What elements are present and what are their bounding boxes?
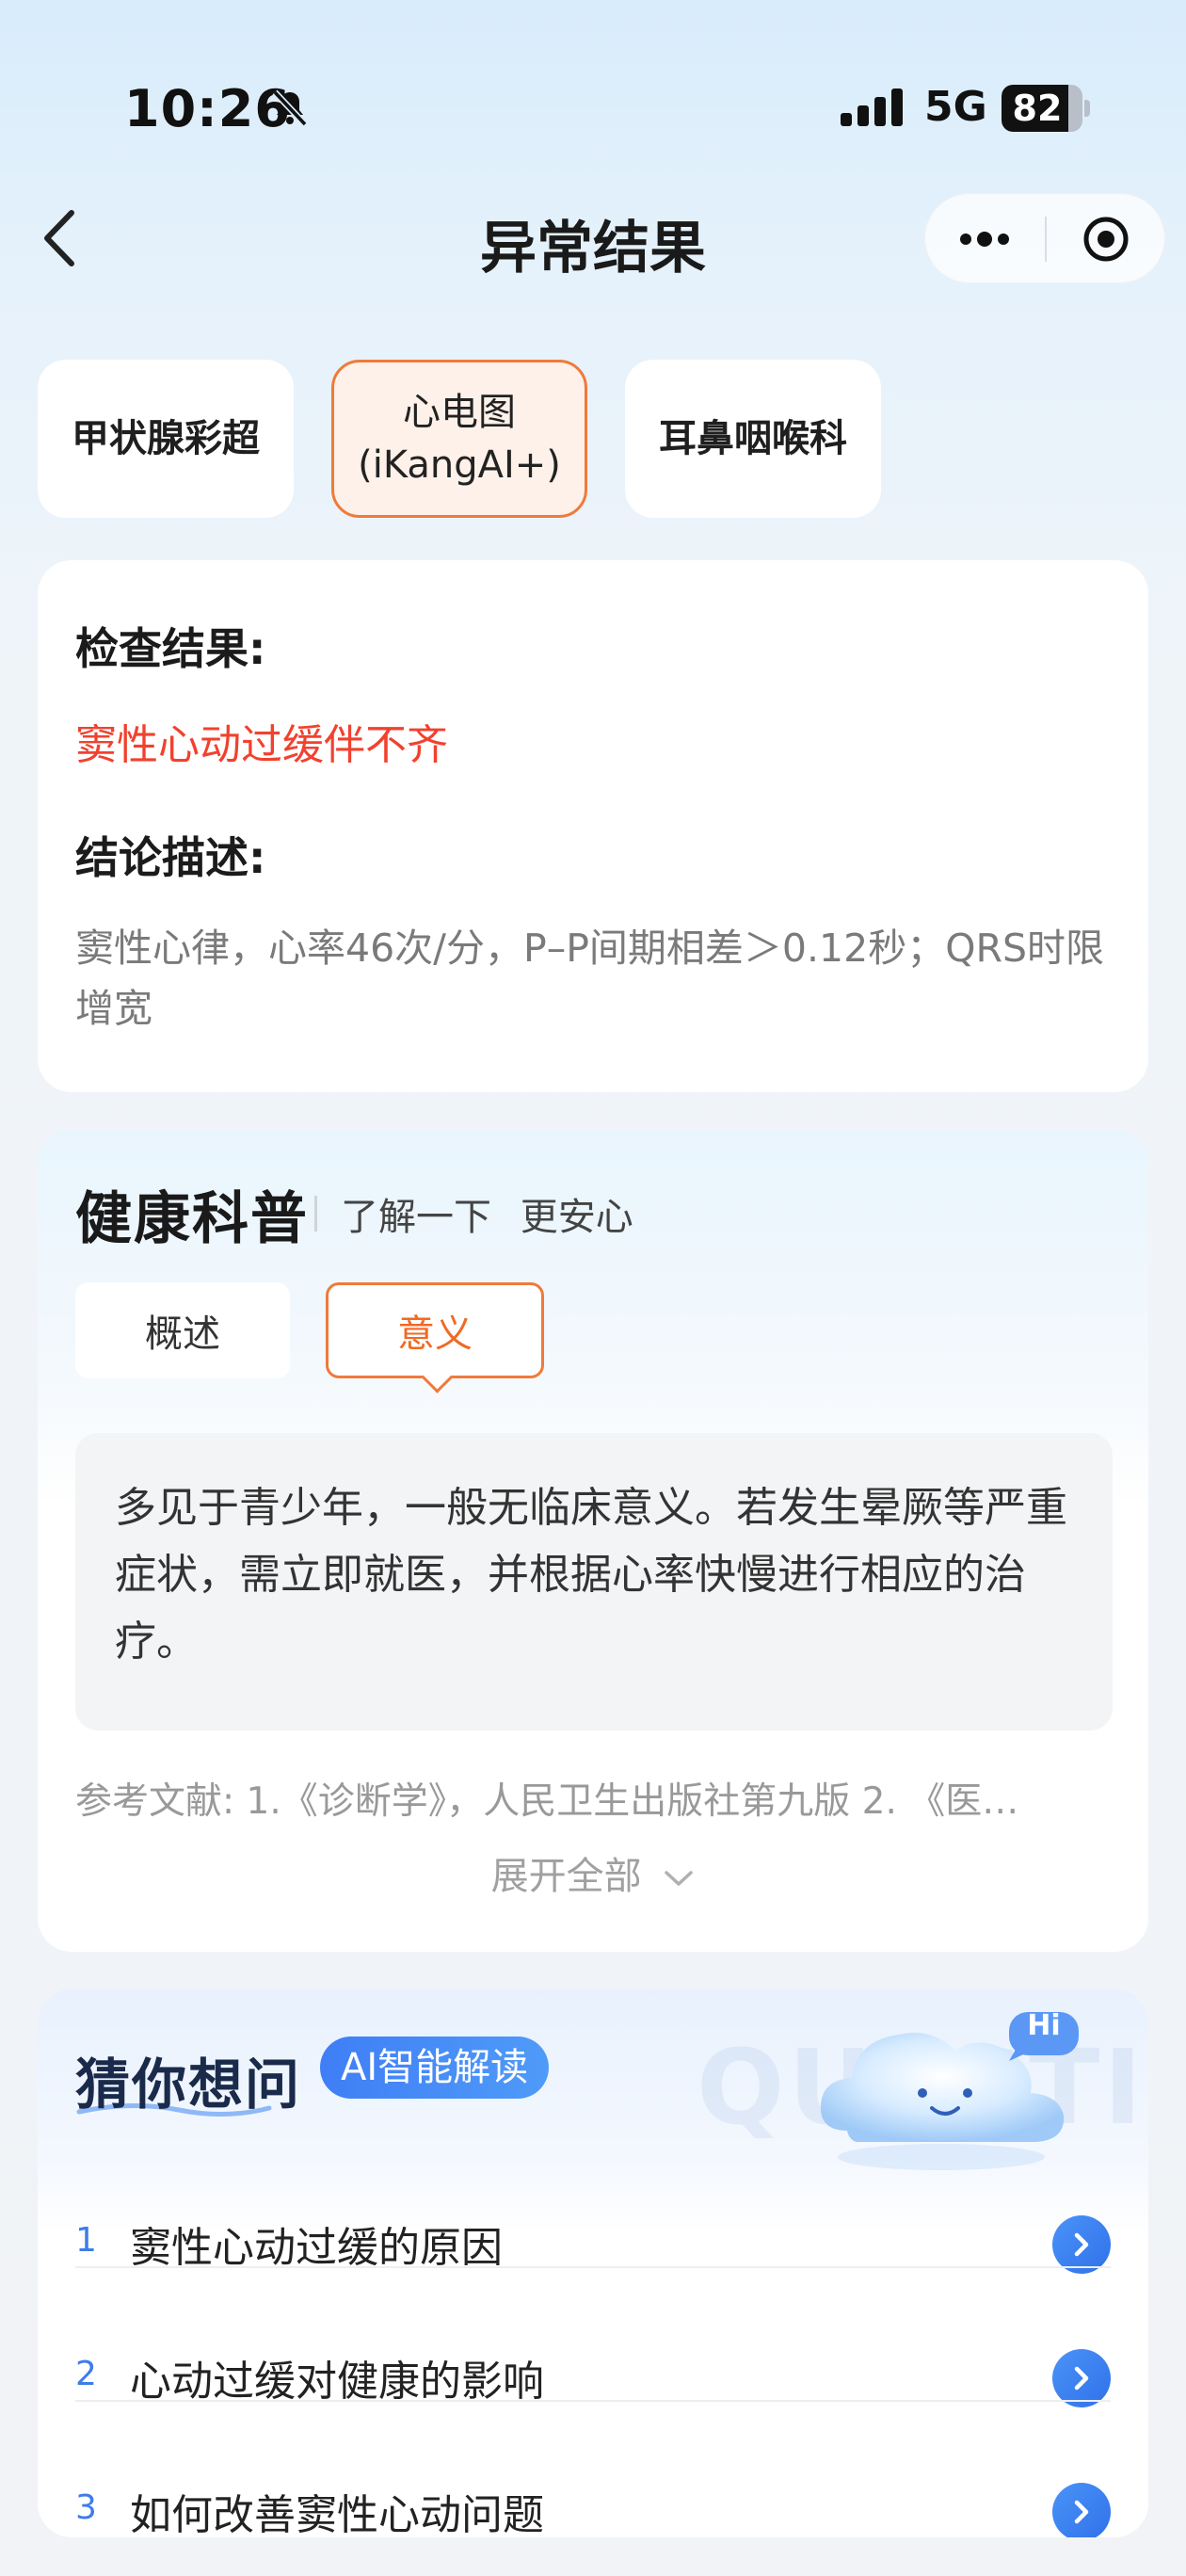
battery-icon: 82 <box>1002 85 1090 132</box>
divider <box>75 2400 1111 2402</box>
mini-program-capsule <box>924 193 1165 283</box>
ai-badge: AI智能解读 <box>320 2037 550 2099</box>
exam-tab-thyroid[interactable]: 甲状腺彩超 <box>38 360 294 518</box>
health-subtitle: 了解一下 更安心 <box>341 1196 633 1239</box>
divider <box>75 2266 1111 2268</box>
conclusion-label: 结论描述: <box>75 832 266 883</box>
bell-muted-icon <box>272 89 308 127</box>
question-item[interactable]: 2 心动过缓对健康的影响 <box>75 2311 1111 2445</box>
network-label: 5G <box>924 83 987 131</box>
battery-level: 82 <box>1012 88 1063 129</box>
status-time: 10:26 <box>124 79 291 138</box>
chevron-right-icon[interactable] <box>1052 2349 1111 2407</box>
question-text: 心动过缓对健康的影响 <box>130 2358 544 2406</box>
result-label: 检查结果: <box>75 623 266 674</box>
health-card: 健康科普 了解一下 更安心 概述 意义 多见于青少年，一般无临床意义。若发生晕厥… <box>38 1130 1148 1952</box>
expand-all-button[interactable]: 展开全部 <box>38 1845 1148 1900</box>
exam-tab-ecg[interactable]: 心电图 (iKangAI+) <box>331 360 587 518</box>
question-text: 窦性心动过缓的原因 <box>130 2224 503 2272</box>
expand-label: 展开全部 <box>490 1855 642 1898</box>
guess-title: 猜你想问 <box>75 2053 302 2117</box>
tab-meaning-label: 意义 <box>397 1312 473 1356</box>
close-target-icon[interactable] <box>1078 215 1134 264</box>
signal-icon <box>841 89 903 126</box>
exam-tab-label: 心电图 (iKangAI+) <box>358 391 561 487</box>
meaning-content: 多见于青少年，一般无临床意义。若发生晕厥等严重症状，需立即就医，并根据心率快慢进… <box>75 1433 1113 1731</box>
result-value: 窦性心动过缓伴不齐 <box>75 721 448 769</box>
question-number: 3 <box>75 2488 97 2527</box>
exam-tab-label: 甲状腺彩超 <box>72 417 260 460</box>
question-text: 如何改善窦性心动问题 <box>130 2491 544 2537</box>
more-icon[interactable] <box>954 215 1016 264</box>
guess-card: QUESTION 猜你想问 AI智能解读 Hi 1 窦性心动过缓的原因 2 心动… <box>38 1989 1148 2537</box>
question-item[interactable]: 1 窦性心动过缓的原因 <box>75 2178 1111 2311</box>
exam-tab-label: 耳鼻咽喉科 <box>659 417 847 460</box>
exam-tab-ent[interactable]: 耳鼻咽喉科 <box>625 360 881 518</box>
references: 参考文献: 1.《诊断学》，人民卫生出版社第九版 2. 《医… <box>75 1780 1019 1823</box>
result-card: 检查结果: 窦性心动过缓伴不齐 结论描述: 窦性心律，心率46次/分，P–P间期… <box>38 560 1148 1092</box>
mascot-hi-label: Hi <box>1027 2009 1061 2042</box>
tab-meaning[interactable]: 意义 <box>326 1282 544 1378</box>
question-item[interactable]: 3 如何改善窦性心动问题 <box>75 2445 1111 2537</box>
tab-overview[interactable]: 概述 <box>75 1282 290 1378</box>
question-number: 1 <box>75 2221 97 2260</box>
status-bar: 10:26 5G 82 <box>0 0 1186 217</box>
health-title: 健康科普 <box>75 1186 309 1252</box>
chevron-right-icon[interactable] <box>1052 2483 1111 2537</box>
conclusion-value: 窦性心律，心率46次/分，P–P间期相差＞0.12秒；QRS时限增宽 <box>75 926 1105 1031</box>
tab-overview-label: 概述 <box>145 1312 220 1356</box>
question-number: 2 <box>75 2355 97 2393</box>
chevron-right-icon[interactable] <box>1052 2215 1111 2274</box>
chevron-down-icon <box>665 1871 694 1886</box>
